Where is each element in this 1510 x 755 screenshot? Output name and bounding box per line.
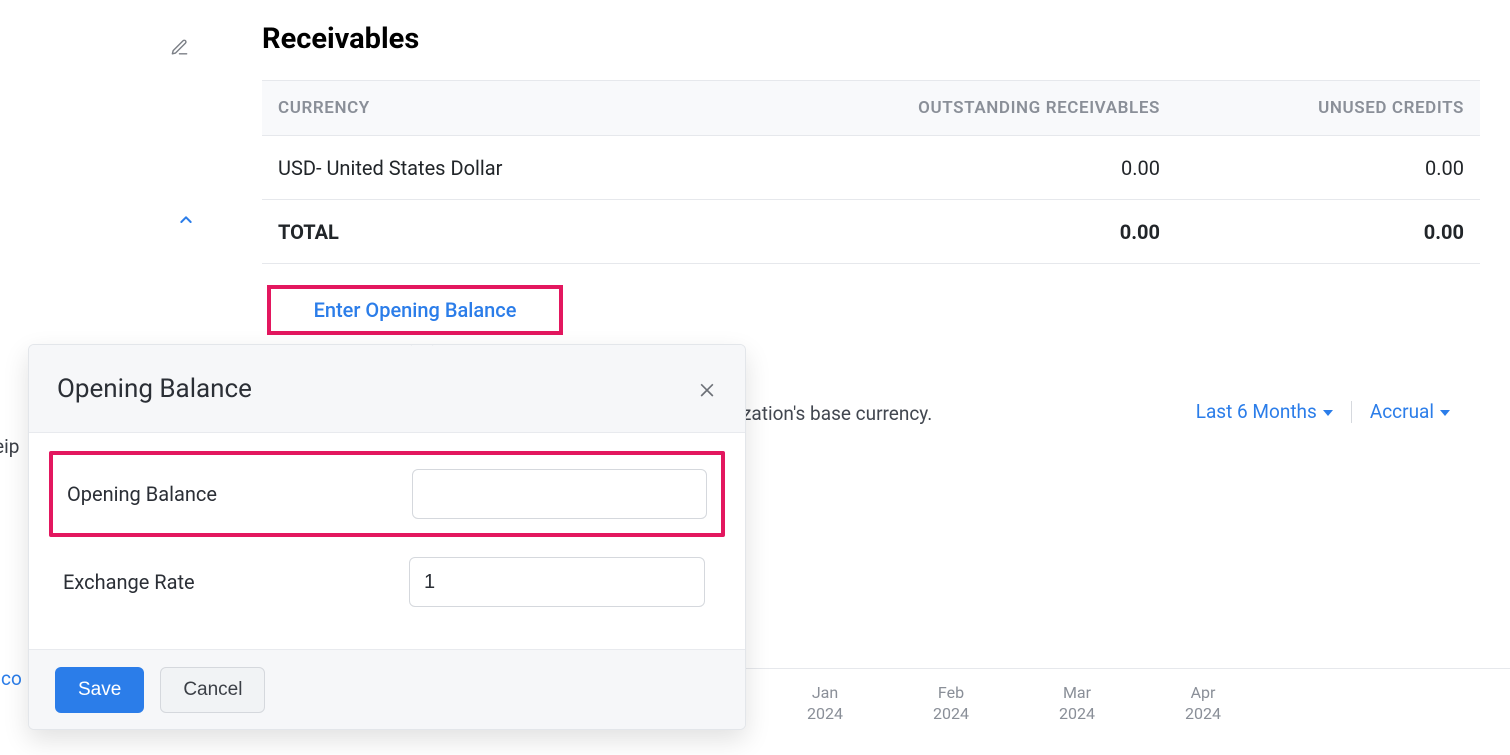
edit-icon[interactable] bbox=[170, 38, 189, 57]
cell-outstanding: 0.00 bbox=[800, 156, 1180, 180]
cancel-button[interactable]: Cancel bbox=[160, 667, 265, 713]
x-axis-label: Mar2024 bbox=[1014, 683, 1140, 725]
opening-balance-popover: Opening Balance Opening Balance Exchange… bbox=[28, 344, 746, 730]
receivables-table: CURRENCY OUTSTANDING RECEIVABLES UNUSED … bbox=[262, 80, 1480, 264]
table-header-row: CURRENCY OUTSTANDING RECEIVABLES UNUSED … bbox=[262, 80, 1480, 136]
exchange-rate-field-row: Exchange Rate bbox=[49, 543, 725, 621]
date-range-dropdown[interactable]: Last 6 Months bbox=[1196, 400, 1333, 423]
x-axis-label: Apr2024 bbox=[1140, 683, 1266, 725]
exchange-rate-label: Exchange Rate bbox=[63, 570, 373, 594]
cell-currency: USD- United States Dollar bbox=[262, 156, 800, 180]
enter-opening-balance-link[interactable]: Enter Opening Balance bbox=[314, 298, 517, 322]
section-title: Receivables bbox=[262, 22, 419, 56]
opening-balance-field-row: Opening Balance bbox=[49, 451, 725, 537]
col-outstanding-header: OUTSTANDING RECEIVABLES bbox=[800, 98, 1180, 118]
total-unused: 0.00 bbox=[1180, 220, 1480, 244]
popover-footer: Save Cancel bbox=[29, 649, 745, 729]
table-row: USD- United States Dollar 0.00 0.00 bbox=[262, 136, 1480, 200]
opening-balance-input[interactable] bbox=[412, 469, 707, 519]
popover-title: Opening Balance bbox=[57, 374, 252, 404]
date-range-label: Last 6 Months bbox=[1196, 400, 1317, 423]
save-button[interactable]: Save bbox=[55, 667, 144, 713]
chart-filters: Last 6 Months Accrual bbox=[1196, 400, 1450, 423]
cell-unused: 0.00 bbox=[1180, 156, 1480, 180]
col-currency-header: CURRENCY bbox=[262, 98, 800, 118]
x-axis-label: Jan2024 bbox=[762, 683, 888, 725]
chevron-down-icon bbox=[1440, 410, 1450, 416]
basis-dropdown[interactable]: Accrual bbox=[1370, 400, 1450, 423]
col-unused-header: UNUSED CREDITS bbox=[1180, 98, 1480, 118]
opening-balance-label: Opening Balance bbox=[67, 482, 376, 506]
close-icon[interactable] bbox=[697, 379, 717, 399]
popover-header: Opening Balance bbox=[29, 345, 745, 433]
exchange-rate-input[interactable] bbox=[409, 557, 705, 607]
divider bbox=[1351, 401, 1352, 423]
basis-label: Accrual bbox=[1370, 400, 1434, 423]
enter-opening-balance-highlight: Enter Opening Balance bbox=[267, 285, 563, 335]
table-total-row: TOTAL 0.00 0.00 bbox=[262, 200, 1480, 264]
total-outstanding: 0.00 bbox=[800, 220, 1180, 244]
base-currency-note: zation's base currency. bbox=[742, 402, 932, 425]
chevron-down-icon bbox=[1323, 410, 1333, 416]
x-axis-label: Feb2024 bbox=[888, 683, 1014, 725]
chevron-up-icon[interactable] bbox=[178, 212, 194, 228]
total-label: TOTAL bbox=[262, 220, 800, 244]
popover-body: Opening Balance Exchange Rate bbox=[29, 433, 745, 649]
